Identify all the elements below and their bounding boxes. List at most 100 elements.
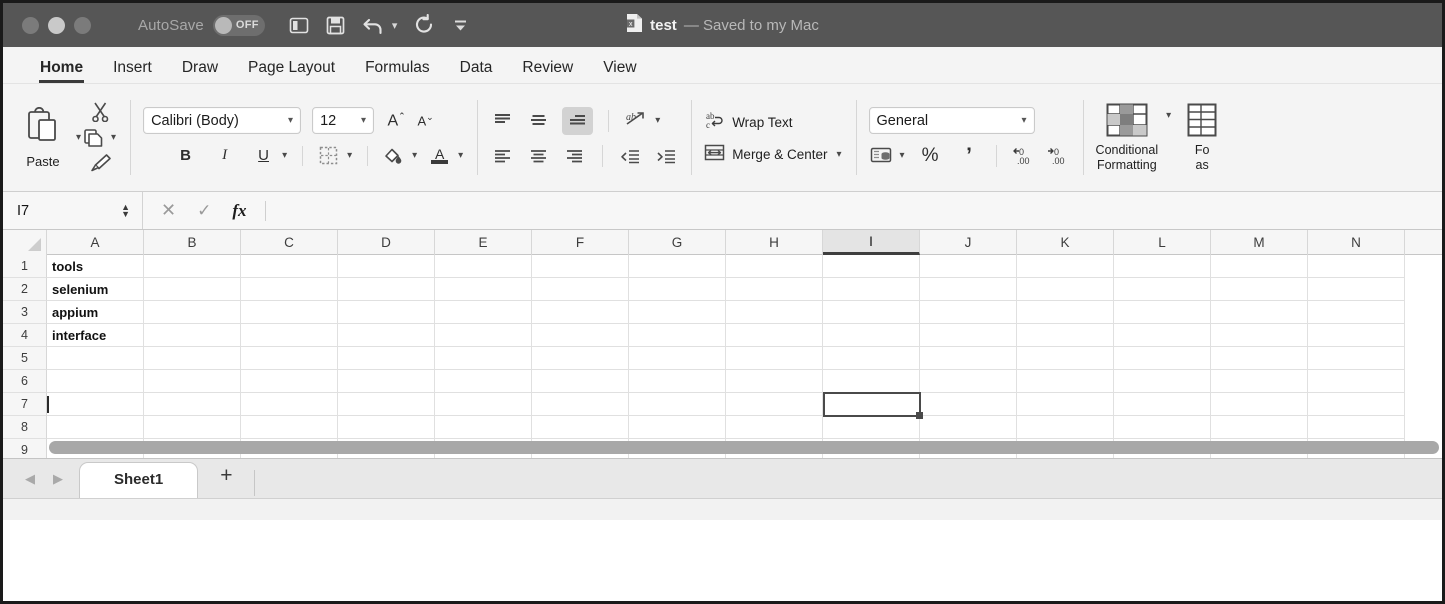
increase-indent-button[interactable] <box>654 144 679 169</box>
sheet-tab-sheet1[interactable]: Sheet1 <box>79 462 199 498</box>
cell-M5[interactable] <box>1211 347 1308 370</box>
cell-D4[interactable] <box>338 324 435 347</box>
cell-D3[interactable] <box>338 301 435 324</box>
column-header-A[interactable]: A <box>47 230 144 255</box>
tab-review[interactable]: Review <box>507 59 588 83</box>
cell-L6[interactable] <box>1114 370 1211 393</box>
autosave-toggle[interactable]: OFF <box>212 14 265 36</box>
column-header-E[interactable]: E <box>435 230 532 255</box>
tab-formulas[interactable]: Formulas <box>350 59 445 83</box>
align-middle-button[interactable] <box>526 108 551 133</box>
cell-B4[interactable] <box>144 324 241 347</box>
cell-N1[interactable] <box>1308 255 1405 278</box>
row-header-3[interactable]: 3 <box>3 301 47 324</box>
tab-draw[interactable]: Draw <box>167 59 233 83</box>
name-box[interactable]: I7 ▲ ▼ <box>3 192 143 229</box>
font-color-chevron-down-icon[interactable]: ▾ <box>456 150 465 161</box>
cell-C6[interactable] <box>241 370 338 393</box>
cell-J8[interactable] <box>920 416 1017 439</box>
copy-chevron-down-icon[interactable]: ▾ <box>109 132 118 143</box>
cell-G2[interactable] <box>629 278 726 301</box>
underline-button[interactable]: U <box>251 143 276 168</box>
column-header-N[interactable]: N <box>1308 230 1405 255</box>
wrap-text-button[interactable]: ab c Wrap Text <box>704 110 843 134</box>
borders-chevron-down-icon[interactable]: ▾ <box>345 150 354 161</box>
number-format-select[interactable]: General ▾ <box>868 107 1035 134</box>
cell-I2[interactable] <box>823 278 920 301</box>
close-button[interactable] <box>22 16 39 34</box>
column-header-D[interactable]: D <box>338 230 435 255</box>
cell-F3[interactable] <box>532 301 629 324</box>
italic-button[interactable]: I <box>212 143 237 168</box>
cell-F2[interactable] <box>532 278 629 301</box>
font-size-chevron-down-icon[interactable]: ▾ <box>361 115 366 126</box>
cell-M2[interactable] <box>1211 278 1308 301</box>
orientation-chevron-down-icon[interactable]: ▾ <box>653 115 662 126</box>
cell-C4[interactable] <box>241 324 338 347</box>
cell-K6[interactable] <box>1017 370 1114 393</box>
cell-H1[interactable] <box>726 255 823 278</box>
column-header-F[interactable]: F <box>532 230 629 255</box>
cell-H4[interactable] <box>726 324 823 347</box>
save-icon[interactable] <box>326 16 345 35</box>
cell-D2[interactable] <box>338 278 435 301</box>
row-header-8[interactable]: 8 <box>3 416 47 439</box>
cell-G3[interactable] <box>629 301 726 324</box>
decrease-decimal-button[interactable]: 0.00 <box>1046 143 1071 168</box>
paste-button[interactable]: Paste <box>12 106 74 169</box>
decrease-font-size-button[interactable]: A⌄ <box>413 108 438 133</box>
next-sheet-icon[interactable]: ▶ <box>53 471 63 487</box>
cell-L3[interactable] <box>1114 301 1211 324</box>
cell-E5[interactable] <box>435 347 532 370</box>
align-right-button[interactable] <box>562 144 587 169</box>
format-painter-icon[interactable] <box>90 153 112 173</box>
cut-icon[interactable] <box>90 101 111 122</box>
row-header-6[interactable]: 6 <box>3 370 47 393</box>
cell-L8[interactable] <box>1114 416 1211 439</box>
cell-J3[interactable] <box>920 301 1017 324</box>
cell-M6[interactable] <box>1211 370 1308 393</box>
window-controls[interactable] <box>22 16 91 34</box>
cell-H8[interactable] <box>726 416 823 439</box>
align-bottom-button[interactable] <box>562 106 594 135</box>
customize-toolbar-icon[interactable] <box>452 17 469 34</box>
cell-A5[interactable] <box>47 347 144 370</box>
column-header-G[interactable]: G <box>629 230 726 255</box>
cell-I7[interactable] <box>823 393 920 416</box>
column-header-I[interactable]: I <box>823 230 920 255</box>
cell-L2[interactable] <box>1114 278 1211 301</box>
cell-D6[interactable] <box>338 370 435 393</box>
cell-L4[interactable] <box>1114 324 1211 347</box>
borders-button[interactable] <box>316 143 341 168</box>
cell-M8[interactable] <box>1211 416 1308 439</box>
column-header-B[interactable]: B <box>144 230 241 255</box>
font-family-input[interactable]: Calibri (Body) ▾ <box>143 107 302 134</box>
horizontal-scrollbar[interactable] <box>49 441 1439 454</box>
number-format-chevron-down-icon[interactable]: ▾ <box>1021 115 1026 126</box>
copy-icon[interactable] <box>83 127 105 148</box>
row-header-9[interactable]: 9 <box>3 439 47 458</box>
merge-center-button[interactable]: Merge & Center ▾ <box>704 143 843 165</box>
minimize-button[interactable] <box>48 16 65 34</box>
row-header-1[interactable]: 1 <box>3 255 47 278</box>
cell-K8[interactable] <box>1017 416 1114 439</box>
column-header-C[interactable]: C <box>241 230 338 255</box>
undo-icon[interactable] <box>362 15 386 36</box>
cell-A3[interactable]: appium <box>47 301 144 324</box>
cell-N8[interactable] <box>1308 416 1405 439</box>
cell-N6[interactable] <box>1308 370 1405 393</box>
percent-style-button[interactable]: % <box>918 143 943 168</box>
bold-button[interactable]: B <box>173 143 198 168</box>
column-header-L[interactable]: L <box>1114 230 1211 255</box>
tab-page-layout[interactable]: Page Layout <box>233 59 350 83</box>
insert-function-icon[interactable]: fx <box>232 201 246 221</box>
zoom-button[interactable] <box>74 16 91 34</box>
column-header-M[interactable]: M <box>1211 230 1308 255</box>
conditional-formatting-button[interactable]: Conditional Formatting <box>1096 103 1158 172</box>
cell-I1[interactable] <box>823 255 920 278</box>
redo-icon[interactable] <box>414 14 435 36</box>
cell-I6[interactable] <box>823 370 920 393</box>
increase-font-size-button[interactable]: A⌃ <box>384 108 409 133</box>
cell-B3[interactable] <box>144 301 241 324</box>
row-header-4[interactable]: 4 <box>3 324 47 347</box>
